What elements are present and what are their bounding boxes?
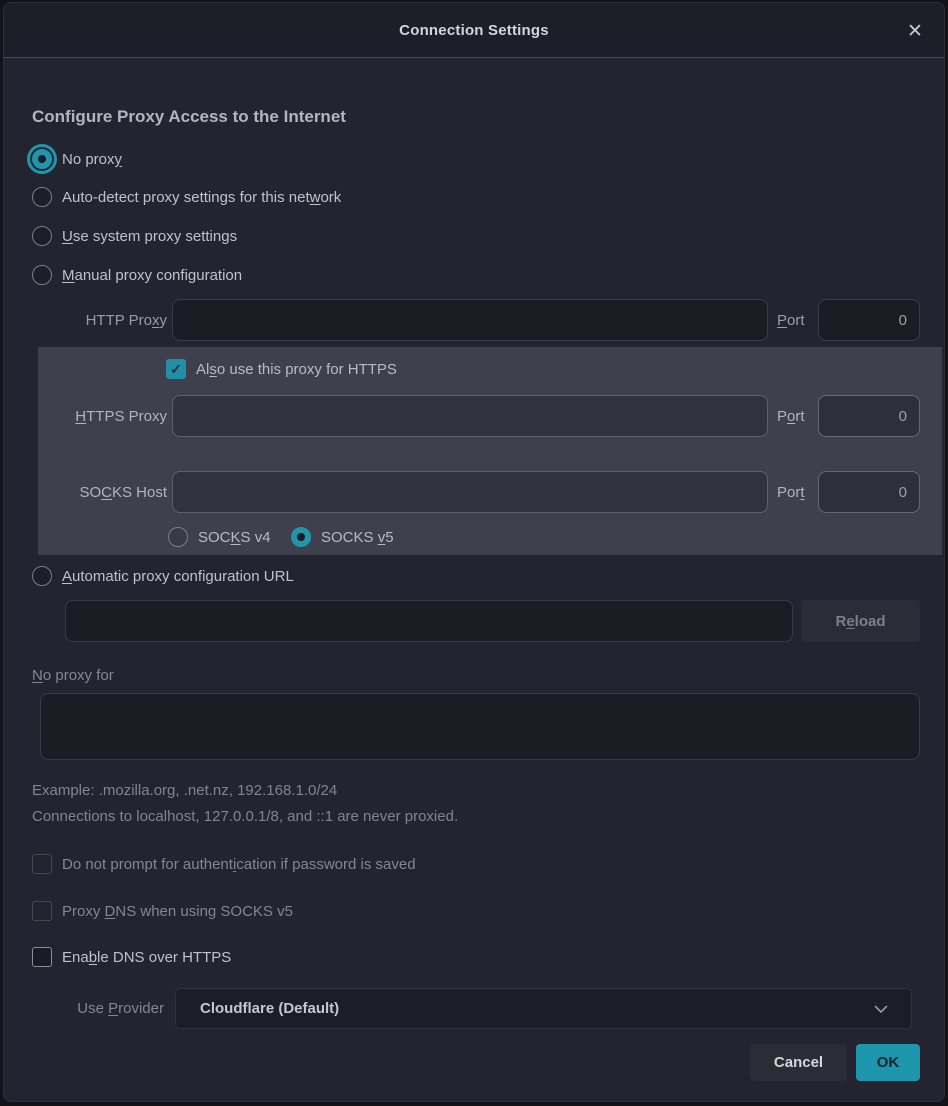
provider-select[interactable]: Cloudflare (Default) [175,988,912,1029]
also-https-checkbox[interactable]: ✓ [166,359,186,379]
also-https-row[interactable]: ✓ Also use this proxy for HTTPS [166,359,397,379]
reload-button[interactable]: Reload [801,600,920,642]
use-provider-label: Use Provider [32,1000,164,1017]
radio-socks-v4[interactable] [168,527,188,547]
radio-auto-detect[interactable] [32,187,52,207]
no-proxy-for-textarea[interactable] [40,693,920,760]
radio-system-proxy[interactable] [32,226,52,246]
chevron-down-icon [873,1004,889,1014]
no-proxy-for-label: No proxy for [32,667,114,684]
radio-no-proxy[interactable] [32,149,52,169]
http-port-label: Port [777,312,813,329]
close-icon[interactable]: ✕ [902,18,928,44]
enable-doh-label: Enable DNS over HTTPS [62,949,231,966]
no-prompt-auth-row[interactable]: Do not prompt for authentication if pass… [32,854,416,874]
radio-socks-v4-label: SOCKS v4 [198,529,271,546]
radio-auto-detect-label: Auto-detect proxy settings for this netw… [62,189,341,206]
radio-row-socks-v5[interactable]: SOCKS v5 [291,527,394,547]
proxy-dns-socks5-row[interactable]: Proxy DNS when using SOCKS v5 [32,901,293,921]
no-proxy-example-text: Example: .mozilla.org, .net.nz, 192.168.… [32,782,337,799]
radio-auto-url[interactable] [32,566,52,586]
titlebar: Connection Settings ✕ [4,3,944,58]
radio-row-auto-url[interactable]: Automatic proxy configuration URL [32,566,294,586]
http-proxy-label: HTTP Proxy [32,312,167,329]
provider-select-value: Cloudflare (Default) [176,1000,873,1017]
radio-row-auto-detect[interactable]: Auto-detect proxy settings for this netw… [32,187,341,207]
dialog-title: Connection Settings [4,3,944,57]
proxy-dns-socks5-label: Proxy DNS when using SOCKS v5 [62,903,293,920]
connection-settings-dialog: Connection Settings ✕ Configure Proxy Ac… [3,2,945,1102]
radio-socks-v5[interactable] [291,527,311,547]
radio-row-system-proxy[interactable]: Use system proxy settings [32,226,237,246]
also-https-label: Also use this proxy for HTTPS [196,361,397,378]
check-icon: ✓ [170,362,182,376]
https-proxy-label: HTTPS Proxy [32,408,167,425]
radio-manual-proxy-label: Manual proxy configuration [62,267,242,284]
radio-row-socks-v4[interactable]: SOCKS v4 [168,527,271,547]
no-prompt-auth-label: Do not prompt for authentication if pass… [62,856,416,873]
radio-no-proxy-label: No proxy [62,151,122,168]
https-proxy-input[interactable] [172,395,768,437]
page-title: Configure Proxy Access to the Internet [32,107,346,127]
socks-host-input[interactable] [172,471,768,513]
https-port-input[interactable] [818,395,920,437]
no-prompt-auth-checkbox[interactable] [32,854,52,874]
socks-port-label: Port [777,484,813,501]
radio-row-no-proxy[interactable]: No proxy [32,149,122,169]
localhost-note-text: Connections to localhost, 127.0.0.1/8, a… [32,808,458,825]
socks-port-input[interactable] [818,471,920,513]
cancel-button[interactable]: Cancel [750,1044,847,1081]
https-port-label: Port [777,408,813,425]
proxy-dns-socks5-checkbox[interactable] [32,901,52,921]
http-port-input[interactable] [818,299,920,341]
radio-manual-proxy[interactable] [32,265,52,285]
auto-url-input[interactable] [65,600,793,642]
enable-doh-row[interactable]: Enable DNS over HTTPS [32,947,231,967]
radio-socks-v5-label: SOCKS v5 [321,529,394,546]
enable-doh-checkbox[interactable] [32,947,52,967]
radio-auto-url-label: Automatic proxy configuration URL [62,568,294,585]
ok-button[interactable]: OK [856,1044,920,1081]
radio-system-proxy-label: Use system proxy settings [62,228,237,245]
socks-host-label: SOCKS Host [32,484,167,501]
http-proxy-input[interactable] [172,299,768,341]
radio-row-manual-proxy[interactable]: Manual proxy configuration [32,265,242,285]
